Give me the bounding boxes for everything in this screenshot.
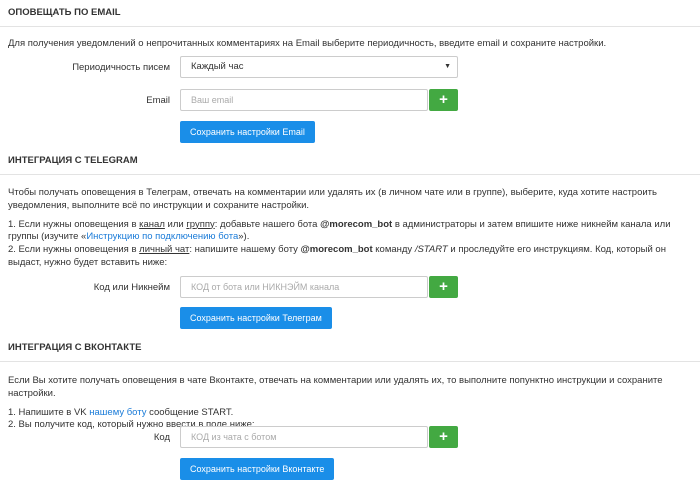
vk-section-title: ИНТЕГРАЦИЯ С ВКОНТАКТЕ [0,335,700,362]
channel-link[interactable]: канал [139,219,165,230]
frequency-select[interactable]: Каждый час ▼ [180,56,458,78]
telegram-step-1: 1. Если нужны оповещения в канал или гру… [8,219,692,245]
bot-handle-2: @morecom_bot [300,244,373,256]
step1-prefix: 1. Если нужны оповещения в [8,218,140,230]
telegram-step-2: 2. Если нужны оповещения в личный чат: н… [8,244,692,270]
telegram-description: Чтобы получать оповещения в Телеграм, от… [8,187,657,211]
start-command: /START [414,244,448,256]
vk-bot-link[interactable]: нашему боту [89,407,146,418]
vk-code-input[interactable]: КОД из чата с ботом [180,426,428,448]
email-save-row: Сохранить настройки Email [0,121,700,143]
chevron-down-icon: ▼ [444,63,451,70]
add-telegram-button[interactable]: + [429,276,458,298]
telegram-code-input[interactable]: КОД от бота или НИКНЭЙМ канала [180,276,428,298]
step1-mid: : добавьте нашего бота [214,218,321,230]
vk-step1-suffix: сообщение START. [146,406,234,418]
bot-instruction-link[interactable]: Инструкцию по подключению бота [86,231,238,242]
vk-step1-prefix: 1. Напишите в VK [8,406,90,418]
step2-mid: : напишите нашему боту [189,244,301,256]
frequency-label: Периодичность писем [72,62,170,73]
save-telegram-button[interactable]: Сохранить настройки Телеграм [180,307,332,329]
telegram-save-row: Сохранить настройки Телеграм [0,307,700,329]
bot-handle: @morecom_bot [320,218,393,230]
save-email-button[interactable]: Сохранить настройки Email [180,121,315,143]
email-row: Email Ваш email + [0,89,700,113]
frequency-value: Каждый час [191,61,244,72]
group-link[interactable]: группу [186,219,214,230]
plus-icon: + [439,278,448,295]
vk-save-row: Сохранить настройки Вконтакте [0,458,700,480]
telegram-section: ИНТЕГРАЦИЯ С TELEGRAM Чтобы получать опо… [0,148,700,270]
vk-step-1: 1. Напишите в VK нашему боту сообщение S… [8,407,692,420]
step1-or: или [164,218,187,230]
save-vk-button[interactable]: Сохранить настройки Вконтакте [180,458,335,480]
vk-code-label: Код [153,432,170,443]
telegram-section-title: ИНТЕГРАЦИЯ С TELEGRAM [0,148,700,175]
step2-cmd-pre: команду [372,244,415,256]
plus-icon: + [439,91,448,108]
telegram-code-label: Код или Никнейм [93,282,170,293]
plus-icon: + [439,428,448,445]
vk-code-row: Код КОД из чата с ботом + [0,426,700,450]
personal-chat-link[interactable]: личный чат [139,244,189,255]
vk-description: Если Вы хотите получать оповещения в чат… [8,375,663,399]
email-input[interactable]: Ваш email [180,89,428,111]
add-vk-button[interactable]: + [429,426,458,448]
add-email-button[interactable]: + [429,89,458,111]
step2-prefix: 2. Если нужны оповещения в [8,244,140,256]
email-label: Email [146,95,170,106]
frequency-row: Периодичность писем Каждый час ▼ [0,56,700,80]
email-description: Для получения уведомлений о непрочитанны… [8,38,607,49]
telegram-steps: 1. Если нужны оповещения в канал или гру… [0,219,700,270]
step1-end: »). [238,231,250,243]
email-section: ОПОВЕЩАТЬ ПО EMAIL Для получения уведомл… [0,0,700,51]
telegram-code-row: Код или Никнейм КОД от бота или НИКНЭЙМ … [0,276,700,300]
email-section-title: ОПОВЕЩАТЬ ПО EMAIL [0,0,700,27]
vk-section: ИНТЕГРАЦИЯ С ВКОНТАКТЕ Если Вы хотите по… [0,335,700,432]
